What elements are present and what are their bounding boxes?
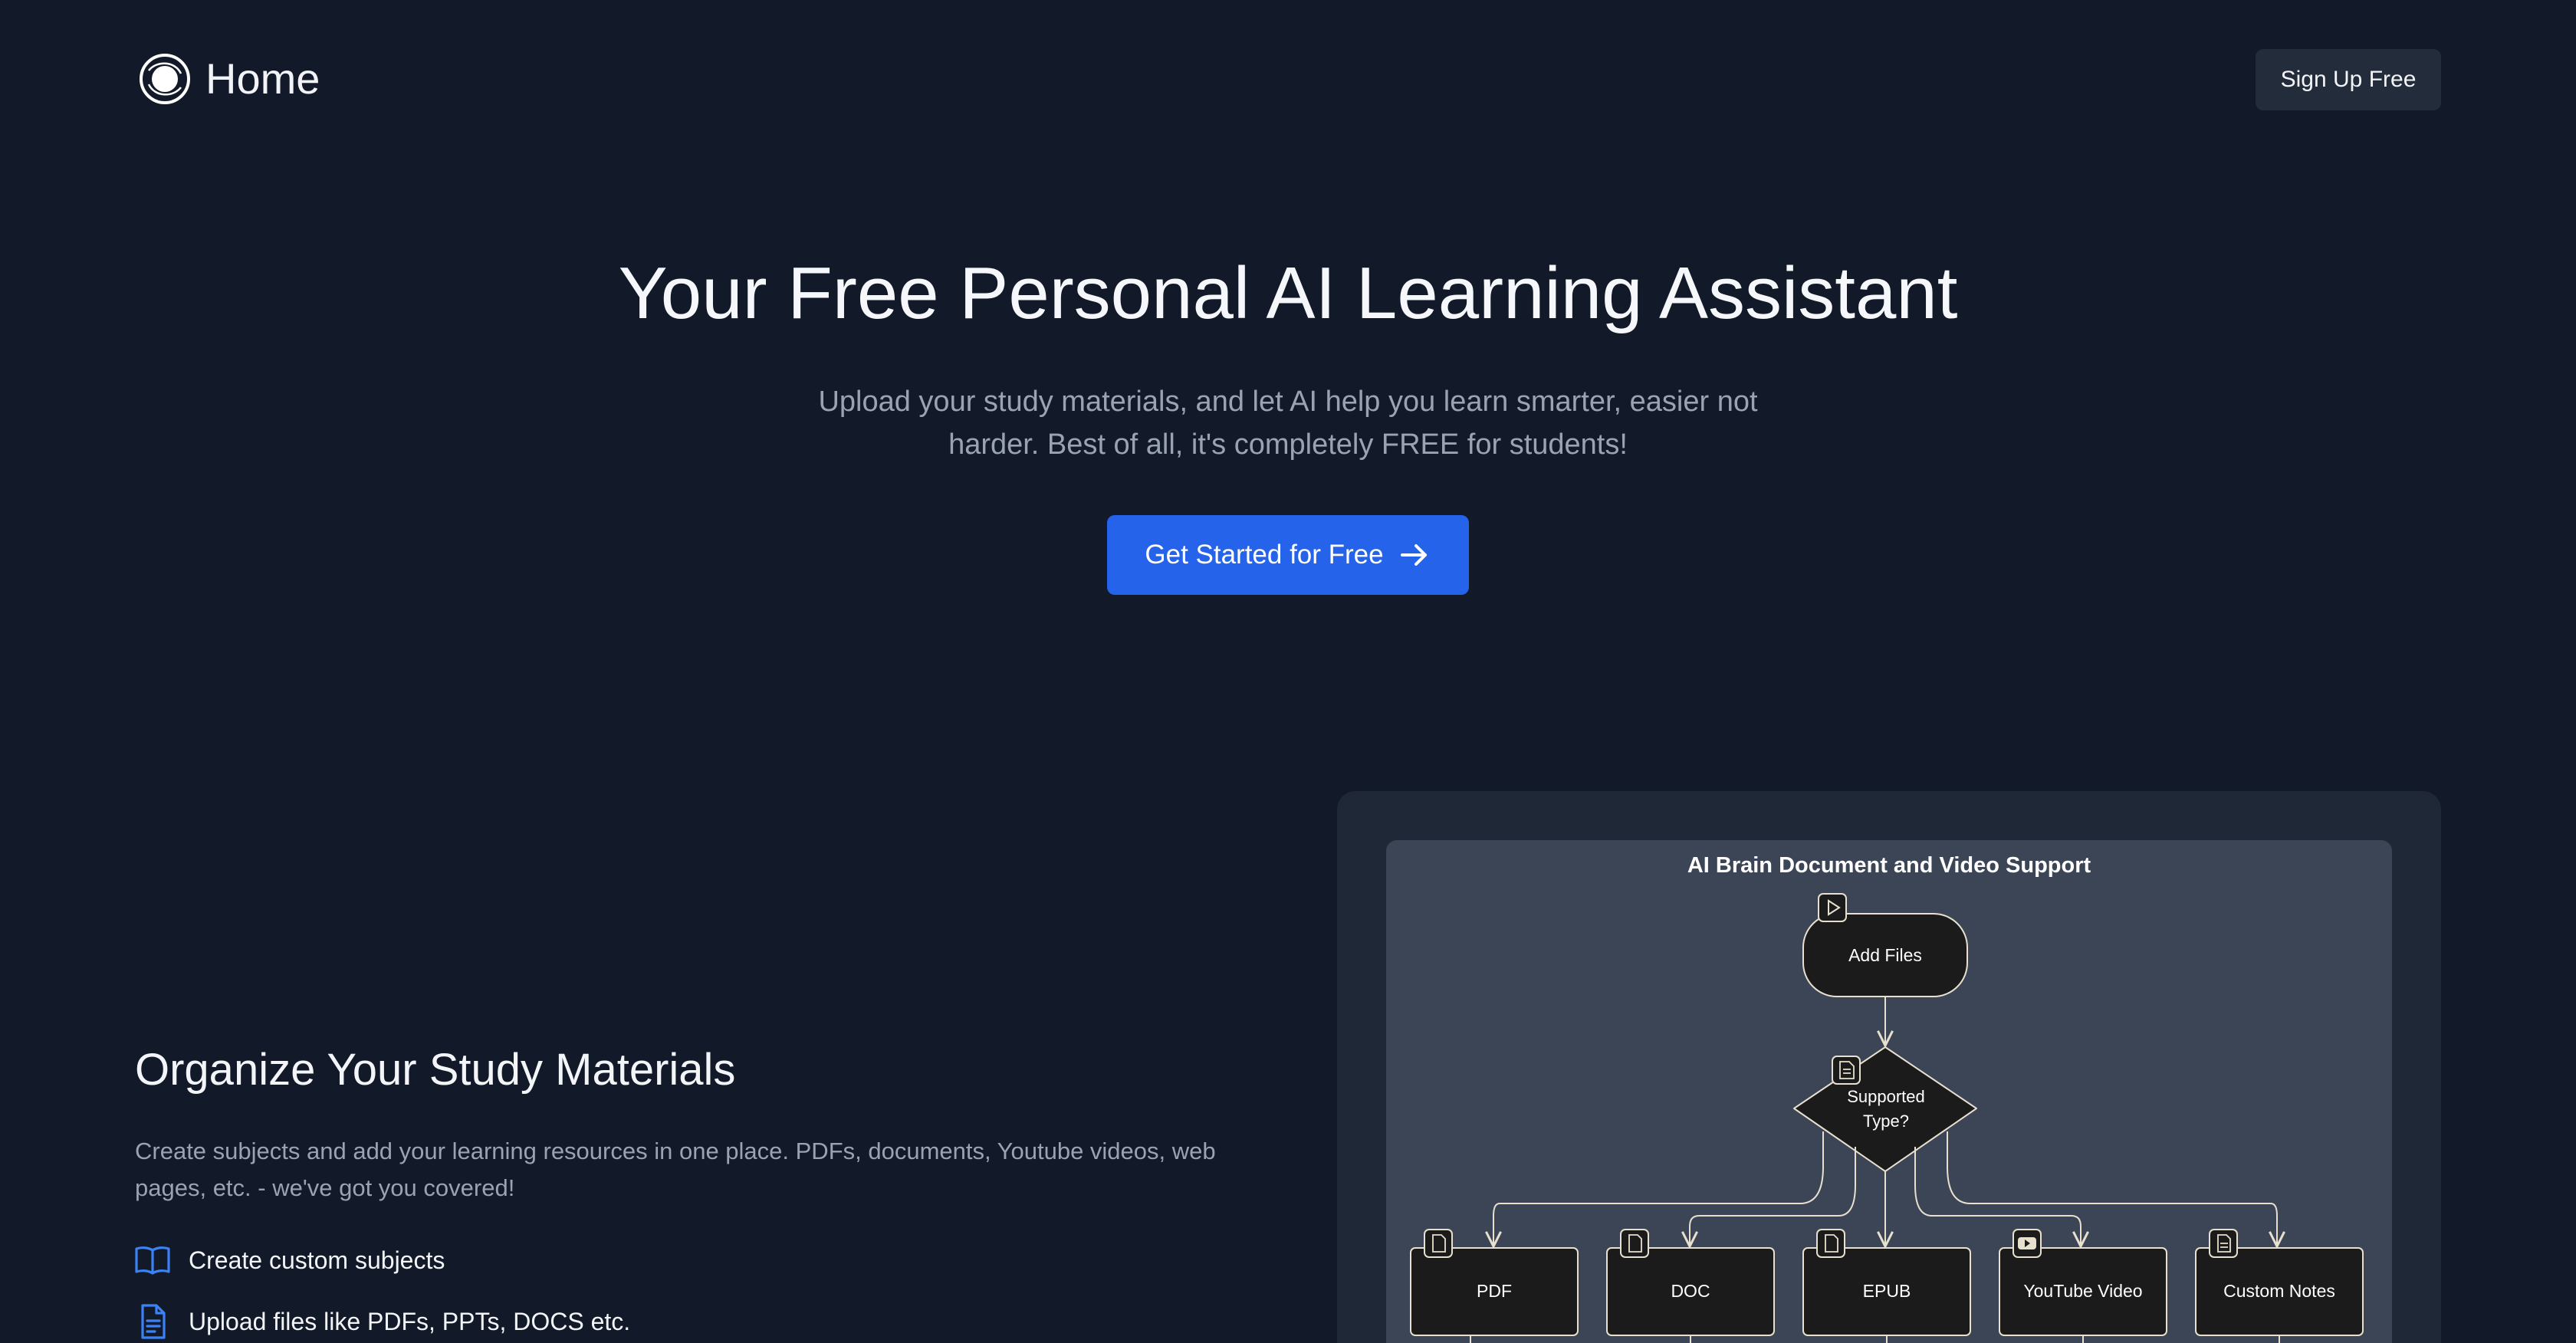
document-icon — [141, 1304, 166, 1339]
home-logo-label: Home — [205, 54, 320, 103]
flowchart-diagram: AI Brain Document and Video Support Add … — [1410, 853, 2364, 1343]
connector-to-youtube — [1914, 1147, 2081, 1246]
flowchart-title: AI Brain Document and Video Support — [1687, 853, 2091, 878]
get-started-button[interactable]: Get Started for Free — [1107, 515, 1469, 595]
supported-type-decision-node — [1793, 1046, 1977, 1172]
hero-title: Your Free Personal AI Learning Assistant — [618, 252, 1958, 334]
feature-list: Create custom subjects Upload files like… — [133, 1240, 630, 1343]
youtube-icon — [2013, 1229, 2042, 1258]
feature-description: Create subjects and add your learning re… — [135, 1138, 1216, 1201]
custom-notes-node: Custom Notes — [2195, 1247, 2364, 1343]
connector-to-pdf — [1493, 1131, 1824, 1246]
file-icon — [1816, 1229, 1845, 1258]
custom-notes-node-label: Custom Notes — [2223, 1281, 2335, 1301]
file-icon — [1620, 1229, 1649, 1258]
add-files-label: Add Files — [1848, 945, 1922, 965]
flowchart-panel: AI Brain Document and Video Support Add … — [1386, 840, 2392, 1343]
landing-page: Home Sign Up Free Your Free Personal AI … — [0, 0, 2576, 1343]
feature-item-label: Upload files like PDFs, PPTs, DOCS etc. — [189, 1307, 631, 1335]
youtube-node-label: YouTube Video — [2023, 1281, 2142, 1301]
feature-title: Organize Your Study Materials — [135, 1045, 736, 1095]
get-started-label: Get Started for Free — [1145, 540, 1384, 570]
feature-list-item: Upload files like PDFs, PPTs, DOCS etc. — [133, 1302, 630, 1341]
home-logo-link[interactable]: Home — [136, 51, 320, 107]
arrow-right-icon — [1400, 544, 1427, 566]
open-book-icon — [135, 1246, 170, 1275]
pdf-node-label: PDF — [1477, 1281, 1512, 1301]
epub-node: EPUB — [1802, 1247, 1971, 1343]
notes-icon — [2209, 1229, 2238, 1258]
decision-label-line-2: Type? — [1863, 1112, 1909, 1131]
feature-list-item: Create custom subjects — [133, 1240, 630, 1280]
hero-subtitle: Upload your study materials, and let AI … — [818, 386, 1758, 461]
doc-node-label: DOC — [1671, 1281, 1710, 1301]
play-icon — [1818, 893, 1847, 922]
epub-node-label: EPUB — [1863, 1281, 1911, 1301]
brain-orbit-logo-icon — [140, 54, 190, 104]
decision-label-line-1: Supported — [1847, 1087, 1925, 1106]
doc-node: DOC — [1606, 1247, 1775, 1343]
sign-up-free-button[interactable]: Sign Up Free — [2256, 49, 2441, 110]
feature-item-label: Create custom subjects — [189, 1246, 445, 1274]
pdf-node: PDF — [1410, 1247, 1579, 1343]
file-icon — [1424, 1229, 1453, 1258]
document-icon — [1832, 1056, 1861, 1085]
youtube-video-node: YouTube Video — [1999, 1247, 2167, 1343]
